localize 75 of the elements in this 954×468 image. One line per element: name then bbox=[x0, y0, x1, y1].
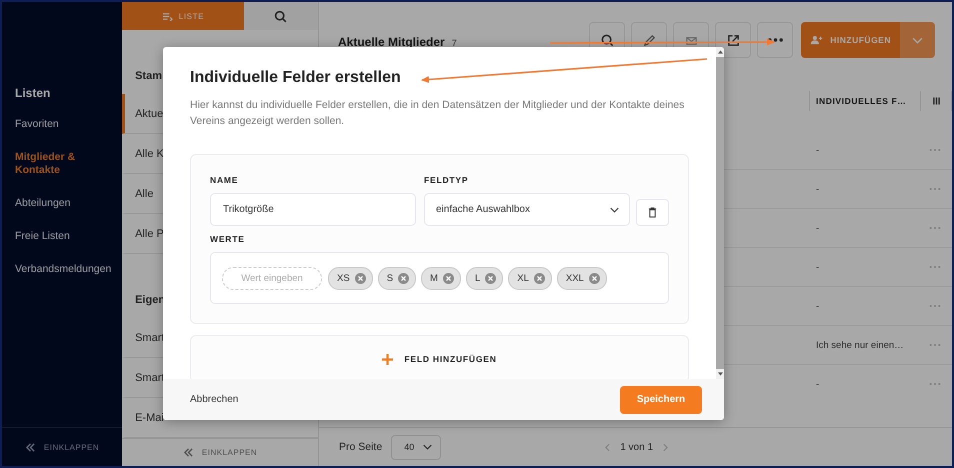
more-icon[interactable] bbox=[929, 148, 941, 152]
member-count: 7 bbox=[452, 38, 457, 48]
plus-icon bbox=[382, 354, 394, 364]
more-icon[interactable] bbox=[929, 265, 941, 269]
per-page-label: Pro Seite bbox=[339, 441, 382, 453]
dialog-description: Hier kannst du individuelle Felder erstellen, die in den Datensätzen der Mitglieder und der Kontakte deines Vereins angezeigt werden sollen. bbox=[190, 98, 686, 129]
scroll-down-icon[interactable] bbox=[718, 372, 722, 376]
table-cell-text: - bbox=[815, 300, 820, 312]
cancel-button[interactable]: Abbrechen bbox=[190, 392, 238, 407]
remove-icon[interactable] bbox=[588, 272, 600, 284]
value-tag: M bbox=[421, 266, 461, 290]
double-chevron-icon bbox=[182, 448, 194, 458]
external-link-icon bbox=[726, 32, 741, 48]
dialog-title: Individuelle Felder erstellen bbox=[190, 69, 401, 87]
sidebar-item[interactable]: Verbandsmeldungen bbox=[15, 263, 111, 276]
more-button[interactable] bbox=[757, 22, 794, 58]
more-icon[interactable] bbox=[929, 304, 941, 308]
more-icon[interactable] bbox=[929, 226, 941, 230]
chevron-down-icon bbox=[423, 444, 432, 450]
sidebar-item[interactable]: Freie Listen bbox=[15, 230, 111, 243]
remove-icon[interactable] bbox=[442, 272, 454, 284]
search-icon bbox=[274, 10, 288, 23]
scrollbar[interactable] bbox=[716, 47, 724, 379]
table-cell-text: - bbox=[815, 378, 820, 390]
add-user-icon bbox=[810, 35, 824, 45]
delete-button[interactable] bbox=[636, 199, 669, 226]
more-icon bbox=[766, 37, 784, 43]
previous-page-icon[interactable] bbox=[605, 442, 610, 452]
collapse-button[interactable]: EINKLAPPEN bbox=[180, 446, 260, 460]
table-cell-text: - bbox=[815, 262, 820, 272]
sidebar-title: Listen bbox=[15, 86, 52, 100]
table-cell-text: - bbox=[815, 144, 820, 156]
section-title: Stam bbox=[135, 70, 162, 84]
type-select[interactable]: einfache Auswahlbox bbox=[424, 193, 630, 226]
trash-icon bbox=[648, 207, 657, 218]
sidebar-item[interactable]: Abteilungen bbox=[15, 197, 111, 210]
remove-icon[interactable] bbox=[354, 272, 366, 284]
pencil-icon bbox=[642, 32, 657, 48]
value-field[interactable]: Wert eingeben bbox=[222, 266, 322, 290]
remove-icon[interactable] bbox=[485, 272, 496, 284]
page-title: Aktuelle Mitglieder bbox=[338, 35, 445, 49]
columns-icon[interactable] bbox=[932, 97, 940, 105]
add-field-button[interactable]: FELD HINZUFÜGEN bbox=[190, 335, 689, 379]
table-cell-text: Ich sehe nur einen… bbox=[815, 340, 905, 350]
list-icon bbox=[162, 12, 173, 21]
field-label: NAME bbox=[210, 175, 240, 185]
name-field[interactable]: Trikotgröße bbox=[210, 193, 416, 226]
value-tag: L bbox=[466, 266, 504, 290]
field-label: WERTE bbox=[210, 234, 246, 244]
next-page-icon[interactable] bbox=[663, 442, 668, 452]
value-tag: XXL bbox=[556, 266, 607, 290]
table-cell-text: - bbox=[815, 222, 820, 234]
column-header[interactable]: INDIVIDUELLES F… bbox=[809, 91, 920, 111]
sidebar-item[interactable]: Mitglieder & Kontakte bbox=[15, 151, 111, 177]
page-indicator: 1 von 1 bbox=[620, 442, 654, 452]
remove-icon[interactable] bbox=[398, 272, 410, 284]
export-button[interactable] bbox=[715, 22, 752, 58]
more-icon[interactable] bbox=[929, 382, 941, 386]
search-tab[interactable] bbox=[244, 2, 318, 30]
value-tag: S bbox=[378, 266, 416, 290]
value-tag: XL bbox=[508, 266, 552, 290]
remove-icon[interactable] bbox=[534, 272, 545, 284]
scroll-up-icon[interactable] bbox=[718, 50, 722, 54]
collapse-button[interactable]: EINKLAPPEN bbox=[22, 440, 102, 454]
chevron-down-icon bbox=[610, 206, 619, 212]
table-cell-text: - bbox=[815, 184, 820, 194]
chevron-down-icon bbox=[912, 36, 923, 44]
search-icon bbox=[600, 32, 615, 48]
value-tag: XS bbox=[328, 266, 373, 290]
per-page-select[interactable]: 40 bbox=[391, 434, 442, 460]
double-chevron-icon bbox=[24, 442, 36, 452]
sidebar-item[interactable]: Favoriten bbox=[15, 118, 111, 131]
field-label: FELDTYP bbox=[424, 175, 470, 185]
more-icon[interactable] bbox=[929, 187, 941, 191]
more-icon[interactable] bbox=[929, 343, 941, 347]
